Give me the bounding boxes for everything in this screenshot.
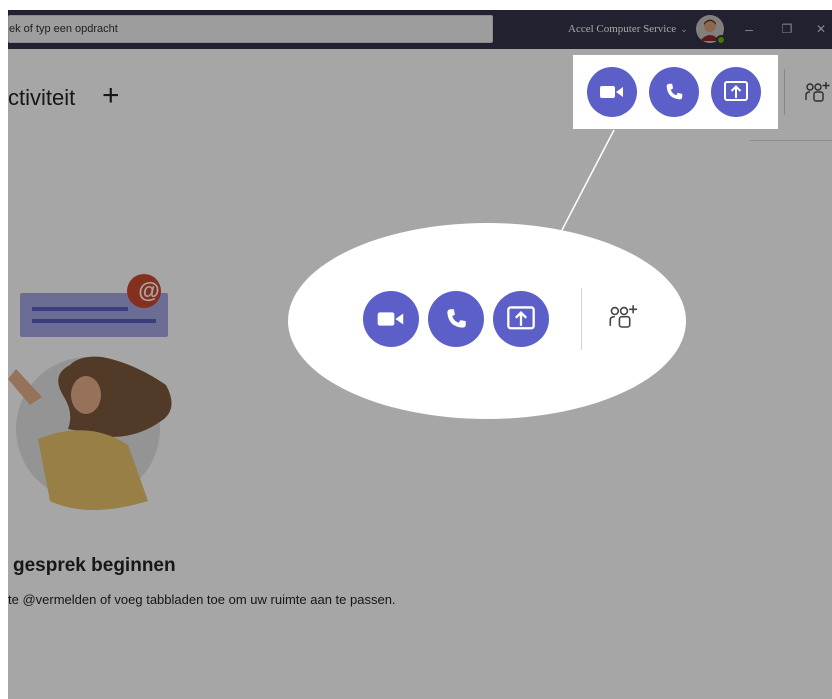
account-switcher[interactable]: Accel Computer Service ⌄ [568,23,688,35]
phone-icon [447,309,466,328]
close-button[interactable]: ✕ [810,18,832,40]
top-gutter [0,0,832,10]
share-screen-button[interactable] [711,67,761,117]
empty-state-headline: gesprek beginnen [13,555,176,576]
mention-badge: @ [138,278,160,303]
audio-call-button[interactable] [428,291,484,347]
title-bar: ek of typ een opdracht Accel Computer Se… [8,10,832,49]
header-divider [784,69,785,115]
audio-call-button[interactable] [649,67,699,117]
add-people-icon[interactable] [606,303,642,335]
phone-icon [666,83,683,100]
add-tab-button[interactable]: + [102,79,120,113]
avatar[interactable] [696,15,726,45]
presence-available-icon [716,35,726,45]
header-underline [750,140,832,141]
share-screen-icon [507,306,535,330]
share-screen-icon [724,81,748,101]
video-call-button[interactable] [363,291,419,347]
video-camera-icon [600,86,623,98]
highlight-frame [573,55,778,129]
add-people-icon[interactable] [804,80,832,108]
minimize-button[interactable]: – [738,18,760,40]
welcome-illustration [8,274,172,510]
empty-state-description: te @vermelden of voeg tabbladen toe om u… [8,592,396,607]
tab-title[interactable]: ctiviteit [8,85,75,111]
callout-divider [581,288,582,350]
share-screen-button[interactable] [493,291,549,347]
zoom-callout [288,223,686,419]
account-name: Accel Computer Service [568,23,677,35]
search-box[interactable]: ek of typ een opdracht [8,15,493,43]
restore-button[interactable]: ❐ [776,18,798,40]
video-call-button[interactable] [587,67,637,117]
left-gutter [0,0,8,699]
search-placeholder: ek of typ een opdracht [9,23,118,35]
chevron-down-icon: ⌄ [680,24,688,34]
video-camera-icon [377,312,404,326]
